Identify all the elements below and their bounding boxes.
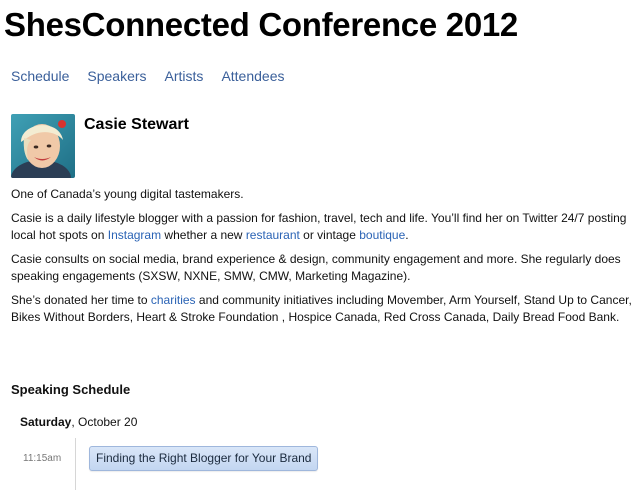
instagram-link[interactable]: Instagram [108,228,161,242]
speaking-schedule-heading: Speaking Schedule [11,382,131,397]
main-nav: Schedule Speakers Artists Attendees [11,68,285,84]
speaker-bio: One of Canada’s young digital tastemaker… [11,186,636,333]
page: ShesConnected Conference 2012 Schedule S… [0,0,640,490]
nav-speakers[interactable]: Speakers [87,68,146,84]
restaurant-link[interactable]: restaurant [246,228,300,242]
day-name: Saturday [20,415,72,429]
bio-text: . [405,228,409,242]
speaker-name: Casie Stewart [84,116,189,133]
site-title: ShesConnected Conference 2012 [4,6,518,43]
bio-paragraph: Casie is a daily lifestyle blogger with … [11,210,636,244]
session-button[interactable]: Finding the Right Blogger for Your Brand [89,446,319,471]
bio-paragraph: Casie consults on social media, brand ex… [11,252,621,283]
bio-text: whether a new [161,228,246,242]
bio-paragraph: She’s donated her time to charities and … [11,292,636,326]
nav-artists[interactable]: Artists [165,68,204,84]
day-date: , October 20 [71,415,138,429]
bio-text: She’s donated her time to [11,293,151,307]
boutique-link[interactable]: boutique [359,228,405,242]
nav-schedule[interactable]: Schedule [11,68,69,84]
session-time: 11:15am [23,453,62,464]
bio-paragraph: One of Canada’s young digital tastemaker… [11,187,244,201]
speaker-photo [11,114,75,178]
charities-link[interactable]: charities [151,293,196,307]
speaker-avatar [11,114,75,178]
nav-attendees[interactable]: Attendees [221,68,284,84]
bio-text: or vintage [299,228,360,242]
timeline-divider [75,438,76,490]
schedule-day-header: Saturday, October 20 [20,415,137,429]
